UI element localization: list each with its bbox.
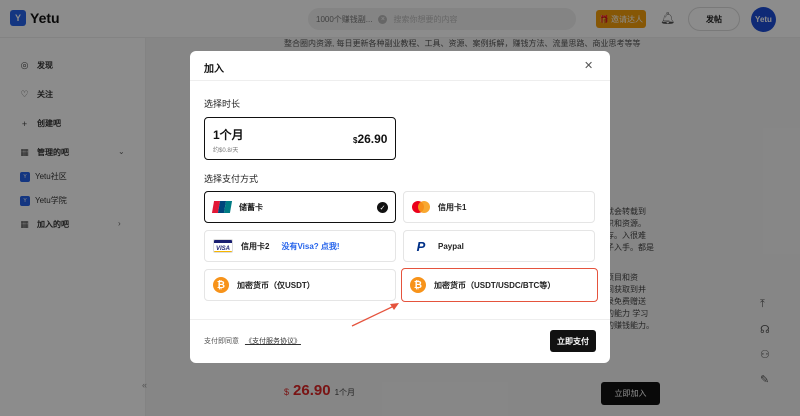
annotation-arrow-icon: [351, 303, 399, 327]
